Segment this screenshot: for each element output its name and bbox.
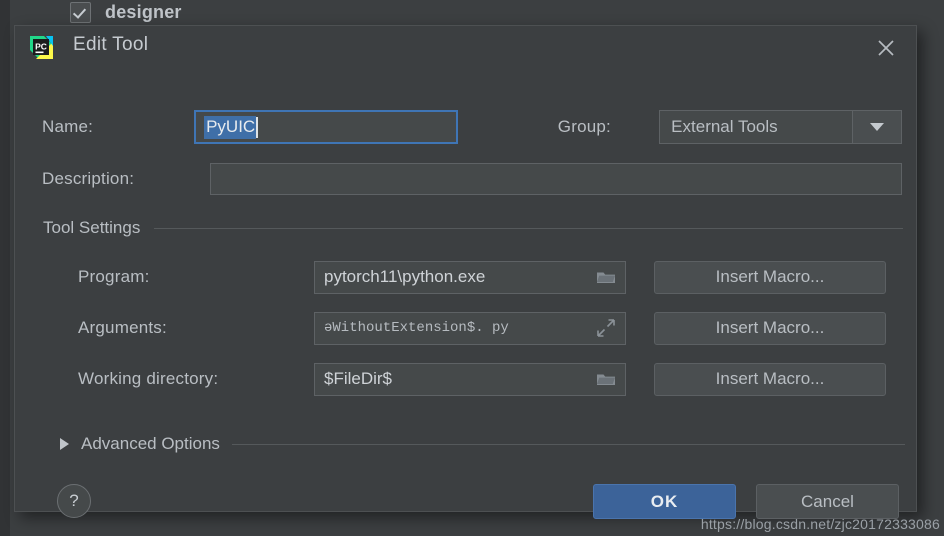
group-dropdown[interactable]: External Tools [659, 110, 902, 144]
name-input-value: PyUIC [204, 115, 257, 139]
close-icon[interactable] [874, 36, 898, 60]
svg-text:PC: PC [35, 42, 47, 52]
text-caret [256, 116, 259, 138]
screen: designer PC Edit Tool Name: PyUIC Group:… [0, 0, 944, 536]
edit-tool-dialog: PC Edit Tool Name: PyUIC Group: External… [14, 25, 917, 519]
ok-button[interactable]: OK [593, 484, 736, 519]
program-row: Program: pytorch11\python.exe Insert Mac… [42, 260, 902, 294]
working-directory-input[interactable]: $FileDir$ [314, 362, 626, 396]
designer-label: designer [105, 2, 182, 22]
advanced-options-toggle[interactable]: Advanced Options [60, 434, 905, 454]
section-divider [231, 443, 905, 445]
working-directory-label: Working directory: [78, 369, 219, 388]
description-input[interactable] [210, 163, 902, 195]
designer-checkbox[interactable] [70, 2, 91, 23]
arguments-label: Arguments: [78, 318, 167, 337]
pycharm-icon: PC [30, 36, 53, 59]
cancel-button[interactable]: Cancel [756, 484, 899, 519]
dialog-title: Edit Tool [73, 34, 149, 55]
working-directory-row: Working directory: $FileDir$ Insert Macr… [42, 362, 902, 396]
name-input[interactable]: PyUIC [194, 110, 458, 144]
name-row: Name: PyUIC Group: External Tools [42, 109, 902, 145]
background-list-item-designer[interactable]: designer [70, 2, 182, 23]
program-label: Program: [78, 267, 150, 286]
tool-settings-section-header: Tool Settings [43, 218, 903, 238]
chevron-down-icon[interactable] [852, 111, 901, 143]
expand-diagonal-icon[interactable] [587, 313, 625, 344]
triangle-right-icon [60, 438, 69, 450]
watermark: https://blog.csdn.net/zjc20172333086 [700, 516, 940, 532]
name-label: Name: [42, 117, 94, 136]
dialog-titlebar: PC Edit Tool [15, 26, 916, 66]
advanced-options-label: Advanced Options [81, 434, 220, 453]
group-dropdown-value: External Tools [671, 117, 778, 136]
working-directory-input-value: $FileDir$ [324, 369, 393, 388]
tool-settings-title: Tool Settings [43, 218, 141, 237]
program-insert-macro-button[interactable]: Insert Macro... [654, 260, 886, 294]
description-label: Description: [42, 169, 135, 188]
description-row: Description: [42, 163, 902, 195]
arguments-insert-macro-button[interactable]: Insert Macro... [654, 311, 886, 345]
folder-icon[interactable] [587, 364, 625, 395]
program-input[interactable]: pytorch11\python.exe [314, 260, 626, 294]
group-label: Group: [557, 117, 611, 136]
section-divider [154, 227, 903, 229]
arguments-input[interactable]: ǝWithoutExtension$. py [314, 311, 626, 345]
working-directory-insert-macro-button[interactable]: Insert Macro... [654, 362, 886, 396]
program-input-value: pytorch11\python.exe [324, 267, 486, 286]
arguments-input-value: ǝWithoutExtension$. py [324, 320, 509, 336]
arguments-row: Arguments: ǝWithoutExtension$. py Insert… [42, 311, 902, 345]
folder-icon[interactable] [587, 262, 625, 293]
help-button[interactable]: ? [57, 484, 91, 518]
